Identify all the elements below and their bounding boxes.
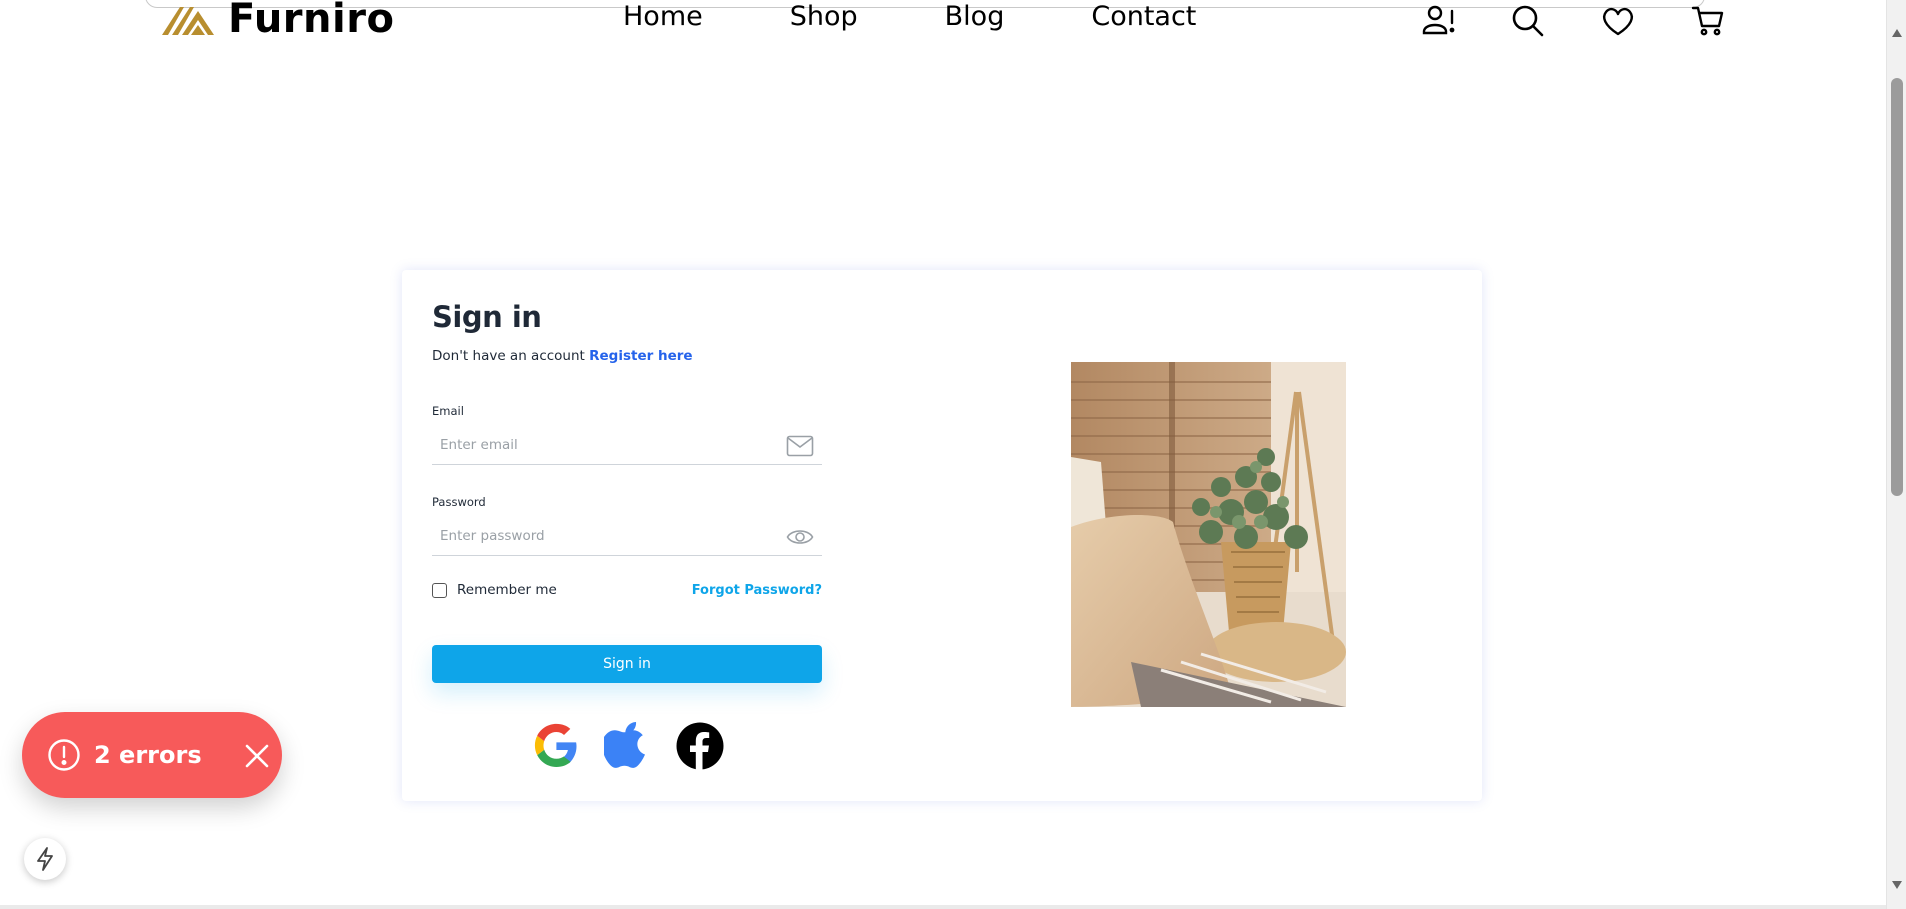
signin-options-row: Remember me Forgot Password?: [432, 582, 822, 598]
nav-item-blog[interactable]: Blog: [945, 3, 1005, 30]
signin-button[interactable]: Sign in: [432, 645, 822, 683]
nav-item-contact[interactable]: Contact: [1091, 3, 1196, 30]
remember-label: Remember me: [457, 582, 557, 598]
email-label: Email: [432, 404, 464, 418]
nav-item-home[interactable]: Home: [623, 3, 703, 30]
interior-photo: [1071, 362, 1346, 707]
google-icon[interactable]: [532, 722, 580, 770]
scrollbar-thumb[interactable]: [1891, 78, 1903, 496]
eye-icon[interactable]: [786, 525, 814, 549]
page-title: Sign in: [432, 300, 542, 334]
search-icon[interactable]: [1510, 3, 1546, 39]
close-icon[interactable]: [244, 743, 270, 769]
account-alert-icon[interactable]: [1420, 3, 1456, 39]
password-label: Password: [432, 495, 486, 509]
signin-form: Sign in Don't have an account Register h…: [432, 300, 822, 683]
remember-me[interactable]: Remember me: [432, 582, 557, 598]
remember-checkbox[interactable]: [432, 582, 447, 598]
email-field[interactable]: [432, 427, 822, 463]
page-bottom-edge: [0, 905, 1886, 909]
bolt-icon: [37, 847, 53, 871]
logo-mark-icon: [162, 7, 214, 35]
main-nav: Home Shop Blog Contact: [623, 3, 1196, 30]
forgot-password-link[interactable]: Forgot Password?: [692, 583, 822, 598]
cart-icon[interactable]: [1690, 3, 1726, 39]
social-login: [532, 721, 724, 770]
facebook-icon[interactable]: [676, 722, 724, 770]
error-toast[interactable]: 2 errors: [22, 712, 282, 798]
brand-name: Furniro: [228, 0, 395, 42]
password-field-wrapper: [432, 518, 822, 556]
scrollbar[interactable]: [1886, 0, 1906, 909]
nav-item-shop[interactable]: Shop: [790, 3, 858, 30]
email-field-wrapper: [432, 427, 822, 465]
dev-tools-button[interactable]: [24, 838, 66, 880]
signin-card: Sign in Don't have an account Register h…: [402, 270, 1482, 801]
apple-icon[interactable]: [604, 718, 652, 770]
page: Furniro Home Shop Blog Contact Sign in D…: [0, 0, 1906, 909]
register-prompt: Don't have an account Register here: [432, 348, 822, 364]
brand-logo[interactable]: Furniro: [160, 0, 394, 44]
scroll-up-arrow-icon[interactable]: [1891, 28, 1903, 38]
password-field[interactable]: [432, 518, 822, 554]
error-count: 2 errors: [94, 741, 202, 769]
scroll-down-arrow-icon[interactable]: [1891, 880, 1903, 890]
error-alert-icon: [48, 739, 80, 771]
no-account-text: Don't have an account: [432, 348, 585, 364]
header-icons: [1420, 3, 1726, 39]
mail-icon: [786, 435, 814, 457]
heart-icon[interactable]: [1600, 3, 1636, 39]
register-link[interactable]: Register here: [589, 348, 692, 364]
site-header: Furniro Home Shop Blog Contact: [0, 0, 1886, 44]
